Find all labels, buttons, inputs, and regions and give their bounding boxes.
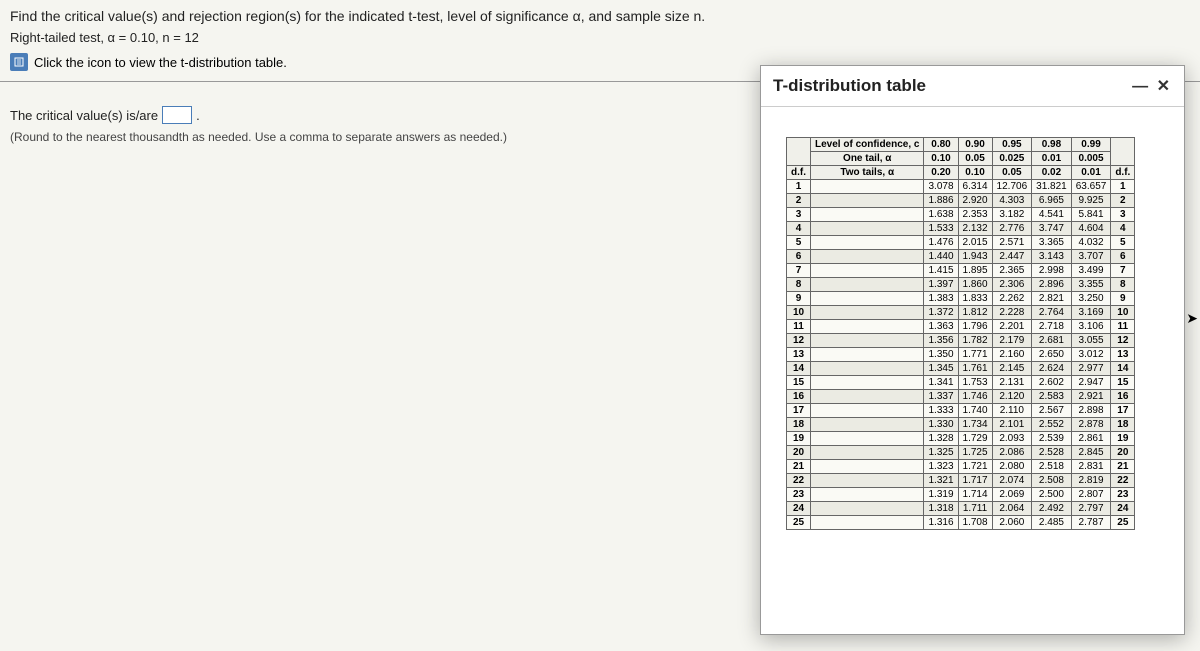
table-row: 241.3181.7112.0642.4922.79724	[787, 502, 1135, 516]
table-row: 71.4151.8952.3652.9983.4997	[787, 264, 1135, 278]
table-row: 231.3191.7142.0692.5002.80723	[787, 488, 1135, 502]
table-row: 211.3231.7212.0802.5182.83121	[787, 460, 1135, 474]
answer-prompt-post: .	[196, 108, 200, 123]
header-row-confidence: Level of confidence, c 0.80 0.90 0.95 0.…	[787, 138, 1135, 152]
df-label-right: d.f.	[1111, 166, 1135, 180]
popup-title: T-distribution table	[773, 76, 926, 96]
table-row: 181.3301.7342.1012.5522.87818	[787, 418, 1135, 432]
table-row: 13.0786.31412.70631.82163.6571	[787, 180, 1135, 194]
close-icon[interactable]: — ✕	[1132, 76, 1172, 96]
table-row: 161.3371.7462.1202.5832.92116	[787, 390, 1135, 404]
answer-prompt-pre: The critical value(s) is/are	[10, 108, 158, 123]
table-row: 191.3281.7292.0932.5392.86119	[787, 432, 1135, 446]
table-row: 131.3501.7712.1602.6503.01213	[787, 348, 1135, 362]
table-row: 151.3411.7532.1312.6022.94715	[787, 376, 1135, 390]
cursor-icon: ➤	[1186, 310, 1198, 327]
table-row: 121.3561.7822.1792.6813.05512	[787, 334, 1135, 348]
table-row: 81.3971.8602.3062.8963.3558	[787, 278, 1135, 292]
header-row-twotails: d.f. Two tails, α 0.20 0.10 0.05 0.02 0.…	[787, 166, 1135, 180]
table-row: 41.5332.1322.7763.7474.6044	[787, 222, 1135, 236]
df-header-right	[1111, 138, 1135, 166]
t-table-container: Level of confidence, c 0.80 0.90 0.95 0.…	[761, 107, 1184, 545]
table-row: 171.3331.7402.1102.5672.89817	[787, 404, 1135, 418]
header-onetail-label: One tail, α	[811, 152, 924, 166]
table-row: 221.3211.7172.0742.5082.81922	[787, 474, 1135, 488]
header-twotails-label: Two tails, α	[811, 166, 924, 180]
table-row: 101.3721.8122.2282.7643.16910	[787, 306, 1135, 320]
header-confidence-label: Level of confidence, c	[811, 138, 924, 152]
table-row: 31.6382.3533.1824.5415.8413	[787, 208, 1135, 222]
header-row-onetail: One tail, α 0.10 0.05 0.025 0.01 0.005	[787, 152, 1135, 166]
question-text-2: Right-tailed test, α = 0.10, n = 12	[0, 28, 1200, 47]
table-row: 21.8862.9204.3036.9659.9252	[787, 194, 1135, 208]
popup-header: T-distribution table — ✕	[761, 66, 1184, 107]
icon-link-label: Click the icon to view the t-distributio…	[34, 55, 287, 70]
df-label-left: d.f.	[787, 166, 811, 180]
t-distribution-popup: T-distribution table — ✕ Level of confid…	[760, 65, 1185, 635]
table-row: 111.3631.7962.2012.7183.10611	[787, 320, 1135, 334]
table-row: 141.3451.7612.1452.6242.97714	[787, 362, 1135, 376]
t-distribution-table: Level of confidence, c 0.80 0.90 0.95 0.…	[786, 137, 1135, 530]
table-row: 91.3831.8332.2622.8213.2509	[787, 292, 1135, 306]
df-header-left	[787, 138, 811, 166]
document-icon	[10, 53, 28, 71]
table-row: 201.3251.7252.0862.5282.84520	[787, 446, 1135, 460]
table-row: 61.4401.9432.4473.1433.7076	[787, 250, 1135, 264]
table-row: 51.4762.0152.5713.3654.0325	[787, 236, 1135, 250]
table-row: 251.3161.7082.0602.4852.78725	[787, 516, 1135, 530]
question-text-1: Find the critical value(s) and rejection…	[0, 0, 1200, 28]
critical-value-input[interactable]	[162, 106, 192, 124]
